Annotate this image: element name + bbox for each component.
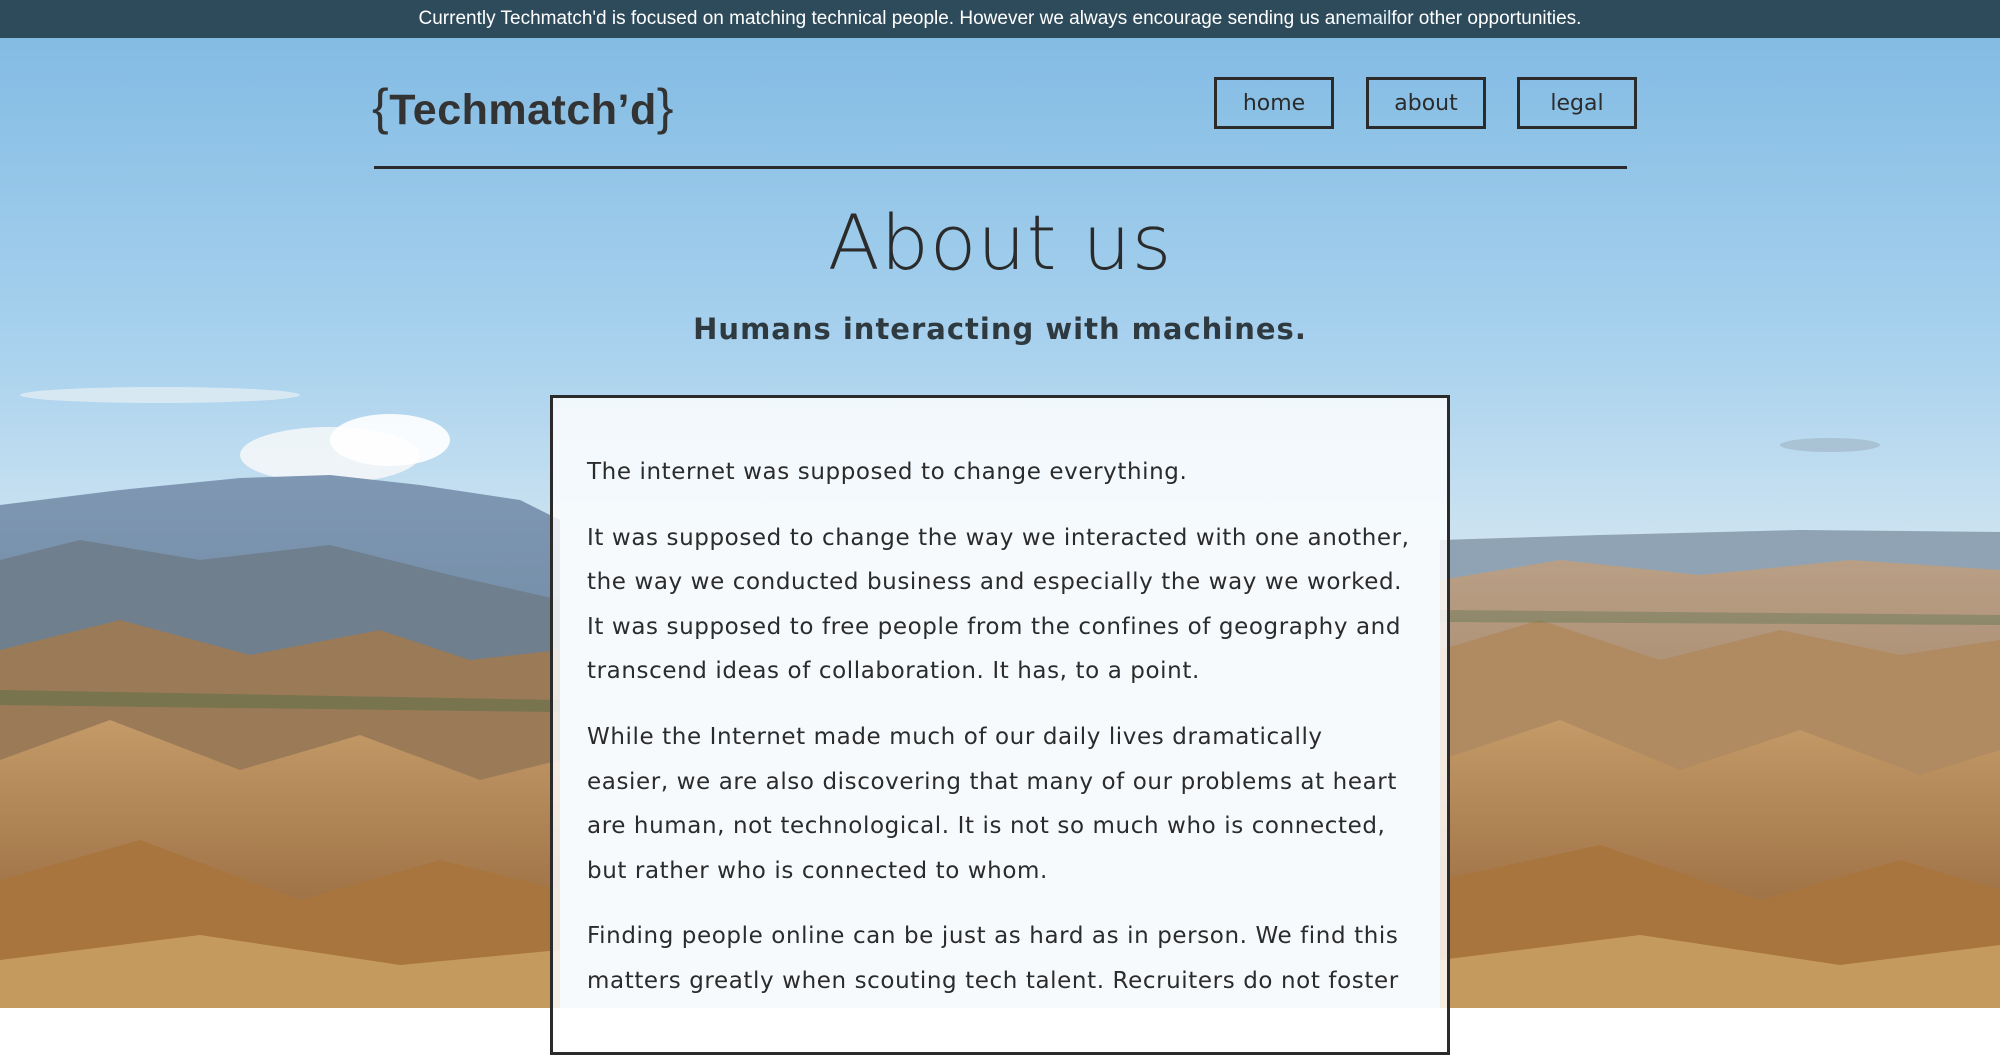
announcement-banner: Currently Techmatch'd is focused on matc… (0, 0, 2000, 38)
site-logo[interactable]: {Techmatch’d} (372, 78, 674, 136)
about-paragraph-3: While the Internet made much of our dail… (587, 723, 1397, 884)
nav-legal-button[interactable]: legal (1517, 77, 1637, 129)
logo-text: Techmatch’d (389, 86, 657, 134)
nav-about-button[interactable]: about (1366, 77, 1486, 129)
logo-brace-open: { (372, 79, 390, 135)
page-title: About us (827, 198, 1173, 287)
nav-home-button[interactable]: home (1214, 77, 1334, 129)
about-paragraph-4: Finding people online can be just as har… (587, 923, 1399, 994)
banner-email-link[interactable]: email (1346, 8, 1391, 30)
about-paragraph-2: It was supposed to change the way we int… (587, 524, 1410, 685)
about-content-box: The internet was supposed to change ever… (550, 395, 1450, 1055)
banner-text-after: for other opportunities. (1391, 8, 1582, 29)
about-paragraph-1: The internet was supposed to change ever… (587, 459, 1188, 485)
page-subtitle: Humans interacting with machines. (693, 312, 1307, 346)
header-divider (374, 166, 1627, 169)
banner-text-before: Currently Techmatch'd is focused on matc… (418, 8, 1346, 29)
logo-brace-close: } (656, 79, 674, 135)
